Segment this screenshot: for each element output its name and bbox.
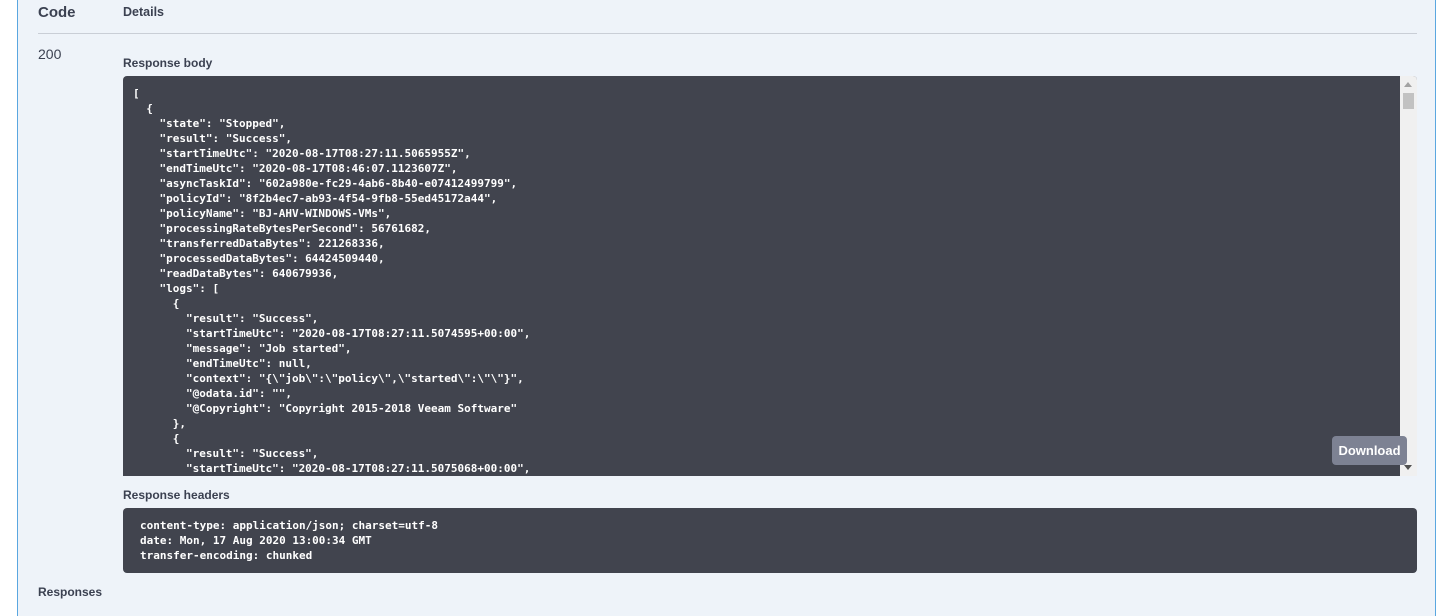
response-body-line: "policyId": "8f2b4ec7-ab93-4f54-9fb8-55e… (133, 192, 498, 205)
response-body-line: "startTimeUtc": "2020-08-17T08:27:11.507… (133, 462, 531, 475)
details-column-header: Details (123, 5, 164, 19)
response-body-line: "context": "{\"job\":\"policy\",\"starte… (133, 372, 524, 385)
status-code: 200 (38, 46, 62, 62)
response-body-line: "logs": [ (133, 282, 220, 295)
header-divider (38, 33, 1417, 34)
response-body-line: "endTimeUtc": null, (133, 357, 312, 370)
response-body-line: "@Copyright": "Copyright 2015-2018 Veeam… (133, 402, 518, 415)
response-body-line: [ (133, 87, 140, 100)
response-header-line: transfer-encoding: chunked (140, 549, 313, 562)
response-body-label: Response body (123, 56, 213, 70)
response-body-line: "result": "Success", (133, 447, 319, 460)
response-headers-label: Response headers (123, 488, 230, 502)
response-headers[interactable]: content-type: application/json; charset=… (123, 508, 1417, 573)
response-header-line: content-type: application/json; charset=… (140, 519, 439, 532)
response-body[interactable]: [ { "state": "Stopped", "result": "Succe… (123, 76, 1417, 476)
response-body-line: }, (133, 417, 186, 430)
scrollbar-thumb[interactable] (1403, 93, 1414, 109)
scroll-up-arrow-icon[interactable] (1404, 82, 1412, 87)
response-body-line: "processedDataBytes": 64424509440, (133, 252, 385, 265)
responses-heading: Responses (38, 585, 103, 599)
scrollbar[interactable] (1400, 76, 1417, 476)
response-body-text[interactable]: [ { "state": "Stopped", "result": "Succe… (133, 86, 530, 476)
response-header-line: date: Mon, 17 Aug 2020 13:00:34 GMT (140, 534, 372, 547)
response-body-line: "endTimeUtc": "2020-08-17T08:46:07.11236… (133, 162, 458, 175)
response-body-line: "startTimeUtc": "2020-08-17T08:27:11.507… (133, 327, 531, 340)
response-body-line: "state": "Stopped", (133, 117, 286, 130)
response-body-line: "result": "Success", (133, 132, 292, 145)
response-body-line: "processingRateBytesPerSecond": 56761682… (133, 222, 432, 235)
response-body-line: "startTimeUtc": "2020-08-17T08:27:11.506… (133, 147, 471, 160)
download-button[interactable]: Download (1332, 436, 1407, 465)
response-body-line: "readDataBytes": 640679936, (133, 267, 339, 280)
response-body-line: { (133, 102, 153, 115)
response-body-line: "result": "Success", (133, 312, 319, 325)
response-body-line: { (133, 297, 180, 310)
response-body-line: "policyName": "BJ-AHV-WINDOWS-VMs", (133, 207, 392, 220)
code-column-header: Code (38, 4, 76, 21)
response-body-line: "asyncTaskId": "602a980e-fc29-4ab6-8b40-… (133, 177, 518, 190)
response-body-line: "message": "Job started", (133, 342, 352, 355)
response-body-line: "@odata.id": "", (133, 387, 292, 400)
response-body-line: "transferredDataBytes": 221268336, (133, 237, 385, 250)
response-body-line: { (133, 432, 180, 445)
scroll-down-arrow-icon[interactable] (1404, 465, 1412, 470)
